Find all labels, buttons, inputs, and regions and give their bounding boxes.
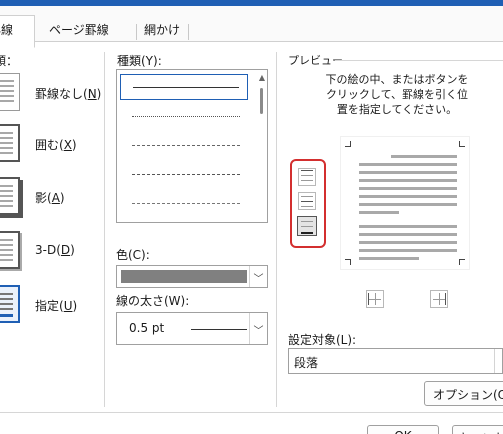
setting-group-label: 類： xyxy=(0,54,19,68)
footer-divider xyxy=(0,412,503,413)
tab-page-borders[interactable]: ページ罫線 xyxy=(42,18,116,43)
bottom-border-button[interactable] xyxy=(297,216,317,236)
chevron-down-icon[interactable] xyxy=(494,349,502,373)
tab-page-borders-label: ページ罫線 xyxy=(49,23,109,37)
right-border-button[interactable] xyxy=(430,290,448,308)
setting-box-icon xyxy=(0,124,20,162)
line-width-dropdown[interactable]: 0.5 pt ﹀ xyxy=(116,312,268,345)
setting-3d-label: 3-D(D) xyxy=(35,243,75,257)
setting-custom-label: 指定(U) xyxy=(35,299,78,313)
apply-to-label: 設定対象(L): xyxy=(288,333,357,347)
setting-custom[interactable]: 指定(U) xyxy=(0,285,100,329)
style-label: 種類(Y): xyxy=(117,54,162,68)
setting-3d-icon xyxy=(0,231,20,269)
width-label: 線の太さ(W): xyxy=(116,294,190,308)
cancel-button[interactable]: キャンセル xyxy=(452,425,503,434)
setting-none-label: 罫線なし(N) xyxy=(35,87,102,101)
line-style-dashed[interactable] xyxy=(120,133,248,159)
color-label: 色(C): xyxy=(116,248,150,262)
color-dropdown[interactable]: ﹀ xyxy=(116,265,268,288)
line-style-dashed-long[interactable] xyxy=(120,162,248,188)
line-style-dotted[interactable] xyxy=(120,104,248,130)
setting-shadow[interactable]: 影(A) xyxy=(0,177,100,221)
chevron-down-icon[interactable]: ﹀ xyxy=(249,313,267,344)
scroll-up-icon[interactable]: ▲ xyxy=(259,73,265,82)
tab-borders-label: 罫線 xyxy=(0,23,14,37)
line-width-sample xyxy=(191,329,247,330)
setting-shadow-label: 影(A) xyxy=(35,191,65,205)
setting-none-icon xyxy=(0,73,20,111)
setting-shadow-icon xyxy=(0,177,20,215)
tab-borders[interactable]: 罫線 xyxy=(0,15,35,48)
setting-box[interactable]: 囲む(X) xyxy=(0,124,100,168)
setting-none[interactable]: 罫線なし(N) xyxy=(0,73,102,117)
apply-to-dropdown[interactable]: 段落 xyxy=(288,348,503,374)
tab-separator xyxy=(188,24,189,40)
preview-group-line xyxy=(335,60,503,61)
border-preview[interactable] xyxy=(340,136,470,270)
line-style-dash-dot[interactable] xyxy=(120,191,248,217)
tab-shading[interactable]: 網かけ xyxy=(137,18,187,43)
preview-instruction: 下の絵の中、またはボタンをクリックして、罫線を引く位置を指定してください。 xyxy=(325,73,469,116)
options-button[interactable]: オプション(O)... xyxy=(424,381,503,406)
apply-to-value: 段落 xyxy=(294,356,319,370)
color-swatch xyxy=(121,270,247,283)
inside-horizontal-border-button[interactable] xyxy=(298,192,316,210)
ok-button[interactable]: OK xyxy=(367,425,439,434)
tab-shading-label: 網かけ xyxy=(144,23,181,37)
top-border-button[interactable] xyxy=(298,168,316,186)
line-width-value: 0.5 pt xyxy=(129,321,165,335)
left-border-button[interactable] xyxy=(366,290,384,308)
tab-bar: 罫線 ページ罫線 網かけ xyxy=(0,6,503,48)
column-divider xyxy=(276,52,277,407)
setting-3d[interactable]: 3-D(D) xyxy=(0,231,100,275)
line-style-list[interactable]: ▲ xyxy=(116,69,268,223)
chevron-down-icon[interactable]: ﹀ xyxy=(249,266,267,287)
setting-box-label: 囲む(X) xyxy=(35,138,77,152)
scrollbar-thumb[interactable] xyxy=(260,88,263,114)
column-divider xyxy=(104,52,105,407)
setting-custom-icon xyxy=(0,285,20,323)
line-style-solid[interactable] xyxy=(120,74,248,100)
